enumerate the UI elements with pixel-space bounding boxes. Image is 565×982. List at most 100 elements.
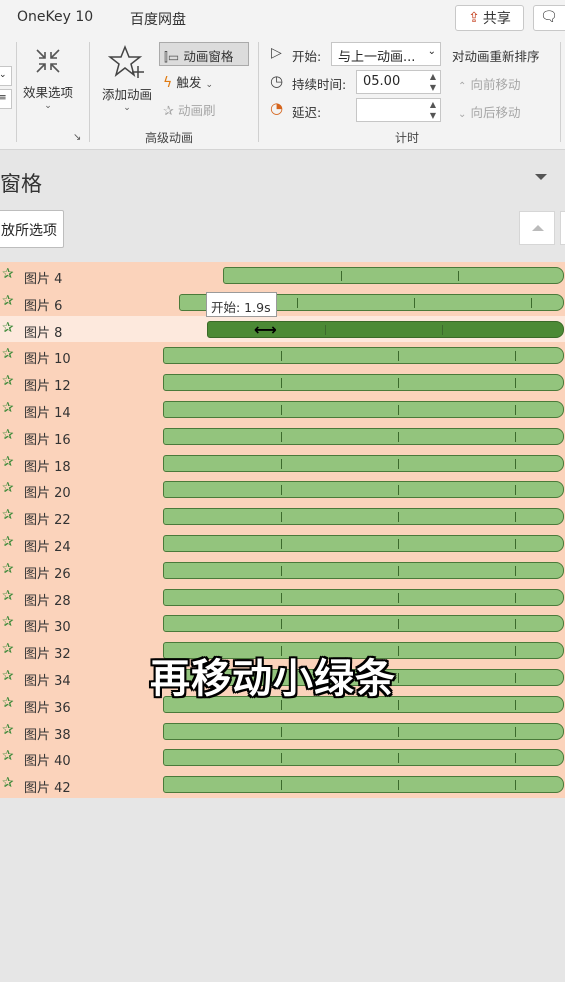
animation-effect-star-icon: ✰ bbox=[2, 453, 14, 470]
comments-button[interactable]: 🗨 bbox=[533, 5, 565, 31]
animation-list-item[interactable]: ✰ 图片 42 bbox=[0, 771, 565, 798]
animation-list-item[interactable]: ✰ 图片 20 bbox=[0, 476, 565, 503]
partial-dropdown-2[interactable]: ≡ bbox=[0, 89, 12, 109]
timeline-tick bbox=[515, 619, 516, 630]
timeline-tick bbox=[515, 699, 516, 710]
delay-icon: ◔ bbox=[270, 99, 284, 117]
timeline-bar[interactable] bbox=[223, 267, 564, 284]
animation-effect-star-icon: ✰ bbox=[2, 534, 14, 550]
timeline-bar[interactable] bbox=[163, 615, 564, 633]
timeline-tick bbox=[398, 458, 399, 469]
effect-options-button[interactable]: 效果选项 ⌄ bbox=[17, 42, 79, 122]
move-up-arrow-button[interactable] bbox=[519, 211, 555, 245]
animation-list-item[interactable]: ✰ 图片 8 bbox=[0, 315, 565, 343]
animation-effect-star-icon: ✰ bbox=[2, 480, 14, 497]
animation-effect-star-icon: ✰ bbox=[2, 775, 14, 792]
timeline-bar[interactable] bbox=[163, 374, 564, 392]
timeline-bar[interactable] bbox=[163, 776, 564, 794]
timeline-bar[interactable] bbox=[163, 401, 564, 418]
tab-onekey[interactable]: OneKey 10 bbox=[17, 9, 93, 25]
tab-baidu-netdisk[interactable]: 百度网盘 bbox=[130, 9, 186, 29]
timeline-tick bbox=[398, 351, 399, 362]
pane-options-chevron-icon[interactable] bbox=[535, 174, 547, 180]
timeline-tick bbox=[281, 458, 282, 469]
timeline-tick bbox=[515, 673, 516, 683]
animation-list-item[interactable]: ✰ 图片 22 bbox=[0, 503, 565, 530]
pane-title: 窗格 bbox=[0, 172, 42, 196]
move-earlier-label: 向前移动 bbox=[470, 77, 521, 92]
timeline-tick bbox=[398, 431, 399, 442]
timeline-tick bbox=[398, 592, 399, 603]
timeline-tick bbox=[281, 512, 282, 523]
timeline-bar[interactable] bbox=[163, 535, 564, 552]
animation-item-label: 图片 20 bbox=[24, 486, 71, 502]
timing-group-label: 计时 bbox=[395, 131, 420, 145]
delay-spinner[interactable]: ▲ ▼ bbox=[426, 99, 440, 121]
timeline-bar[interactable] bbox=[163, 454, 564, 472]
animation-list-item[interactable]: ✰ 图片 26 bbox=[0, 557, 565, 584]
painter-icon: ✰ bbox=[163, 104, 174, 119]
trigger-button[interactable]: ϟ 触发 ⌄ bbox=[163, 72, 213, 92]
effect-options-label: 效果选项 bbox=[22, 85, 73, 100]
timeline-bar[interactable] bbox=[163, 508, 564, 526]
animation-list-item[interactable]: ✰ 图片 40 bbox=[0, 744, 565, 771]
animation-item-label: 图片 6 bbox=[24, 298, 63, 314]
animation-list-item[interactable]: ✰ 图片 18 bbox=[0, 450, 565, 477]
duration-value: 05.00 bbox=[363, 74, 401, 89]
timeline-tick bbox=[442, 324, 444, 335]
timeline-tick bbox=[281, 405, 282, 415]
timeline-tick bbox=[281, 726, 282, 737]
timeline-tick bbox=[458, 271, 460, 281]
animation-item-label: 图片 24 bbox=[24, 540, 71, 555]
timeline-tick bbox=[398, 726, 399, 737]
partial-dropdown[interactable]: ⌄ bbox=[0, 66, 12, 86]
start-select[interactable]: 与上一动画... ⌄ bbox=[331, 42, 441, 66]
animation-list-item[interactable]: ✰ 图片 12 bbox=[0, 369, 565, 396]
animation-list-item[interactable]: ✰ 图片 30 bbox=[0, 610, 565, 637]
animation-list-item[interactable]: ✰ 图片 6 bbox=[0, 289, 565, 316]
timeline-bar[interactable] bbox=[163, 427, 564, 445]
duration-spinner[interactable]: ▲ ▼ bbox=[426, 71, 440, 93]
advanced-animation-group-label: 高级动画 bbox=[145, 131, 194, 145]
timeline-bar[interactable] bbox=[163, 749, 564, 767]
add-animation-button[interactable]: 添加动画 ⌄ bbox=[96, 42, 158, 122]
timeline-bar[interactable] bbox=[163, 561, 564, 579]
share-button[interactable]: ⇪ 共享 bbox=[455, 5, 524, 31]
animation-item-label: 图片 32 bbox=[24, 647, 71, 663]
delay-label: 延迟: bbox=[292, 105, 322, 120]
animation-list-item[interactable]: ✰ 图片 16 bbox=[0, 423, 565, 450]
animation-pane-label: 动画窗格 bbox=[183, 49, 234, 64]
animation-list-item[interactable]: ✰ 图片 28 bbox=[0, 584, 565, 611]
animation-item-label: 图片 14 bbox=[24, 406, 71, 421]
chevron-up-icon: ⌃ bbox=[458, 81, 467, 92]
play-selected-button[interactable]: 放所选项 bbox=[0, 210, 64, 248]
animation-list-item[interactable]: ✰ 图片 14 bbox=[0, 396, 565, 423]
animation-pane-button[interactable]: ⫿▭ 动画窗格 bbox=[159, 42, 249, 66]
animation-effect-star-icon: ✰ bbox=[2, 400, 14, 416]
timeline-bar[interactable] bbox=[163, 588, 564, 606]
clock-icon: ◷ bbox=[270, 72, 284, 90]
dialog-launcher-icon[interactable]: ↘ bbox=[73, 132, 81, 143]
timeline-bar[interactable] bbox=[163, 347, 564, 365]
animation-list-item[interactable]: ✰ 图片 38 bbox=[0, 718, 565, 745]
timeline-tick bbox=[398, 673, 399, 683]
timeline-bar[interactable] bbox=[163, 481, 564, 499]
animation-item-label: 图片 4 bbox=[24, 272, 63, 287]
chevron-down-icon: ⌄ bbox=[123, 103, 131, 113]
animation-item-label: 图片 8 bbox=[24, 325, 63, 341]
delay-input[interactable]: ▲ ▼ bbox=[356, 98, 441, 122]
timeline-bar[interactable] bbox=[163, 722, 564, 740]
move-down-arrow-button[interactable] bbox=[560, 211, 565, 245]
animation-effect-star-icon: ✰ bbox=[2, 266, 14, 282]
animation-painter-button[interactable]: ✰ 动画刷 bbox=[163, 100, 216, 120]
animation-list-item[interactable]: ✰ 图片 10 bbox=[0, 342, 565, 369]
duration-label: 持续时间: bbox=[292, 77, 347, 92]
chevron-down-icon: ⌄ bbox=[427, 46, 436, 57]
add-animation-label: 添加动画 bbox=[101, 87, 152, 102]
move-later-button[interactable]: ⌄ 向后移动 bbox=[458, 102, 521, 121]
animation-list-item[interactable]: ✰ 图片 4 bbox=[0, 262, 565, 289]
duration-input[interactable]: 05.00 ▲ ▼ bbox=[356, 70, 441, 94]
move-earlier-button[interactable]: ⌃ 向前移动 bbox=[458, 74, 521, 93]
animation-effect-star-icon: ✰ bbox=[2, 641, 14, 658]
animation-list-item[interactable]: ✰ 图片 24 bbox=[0, 530, 565, 557]
